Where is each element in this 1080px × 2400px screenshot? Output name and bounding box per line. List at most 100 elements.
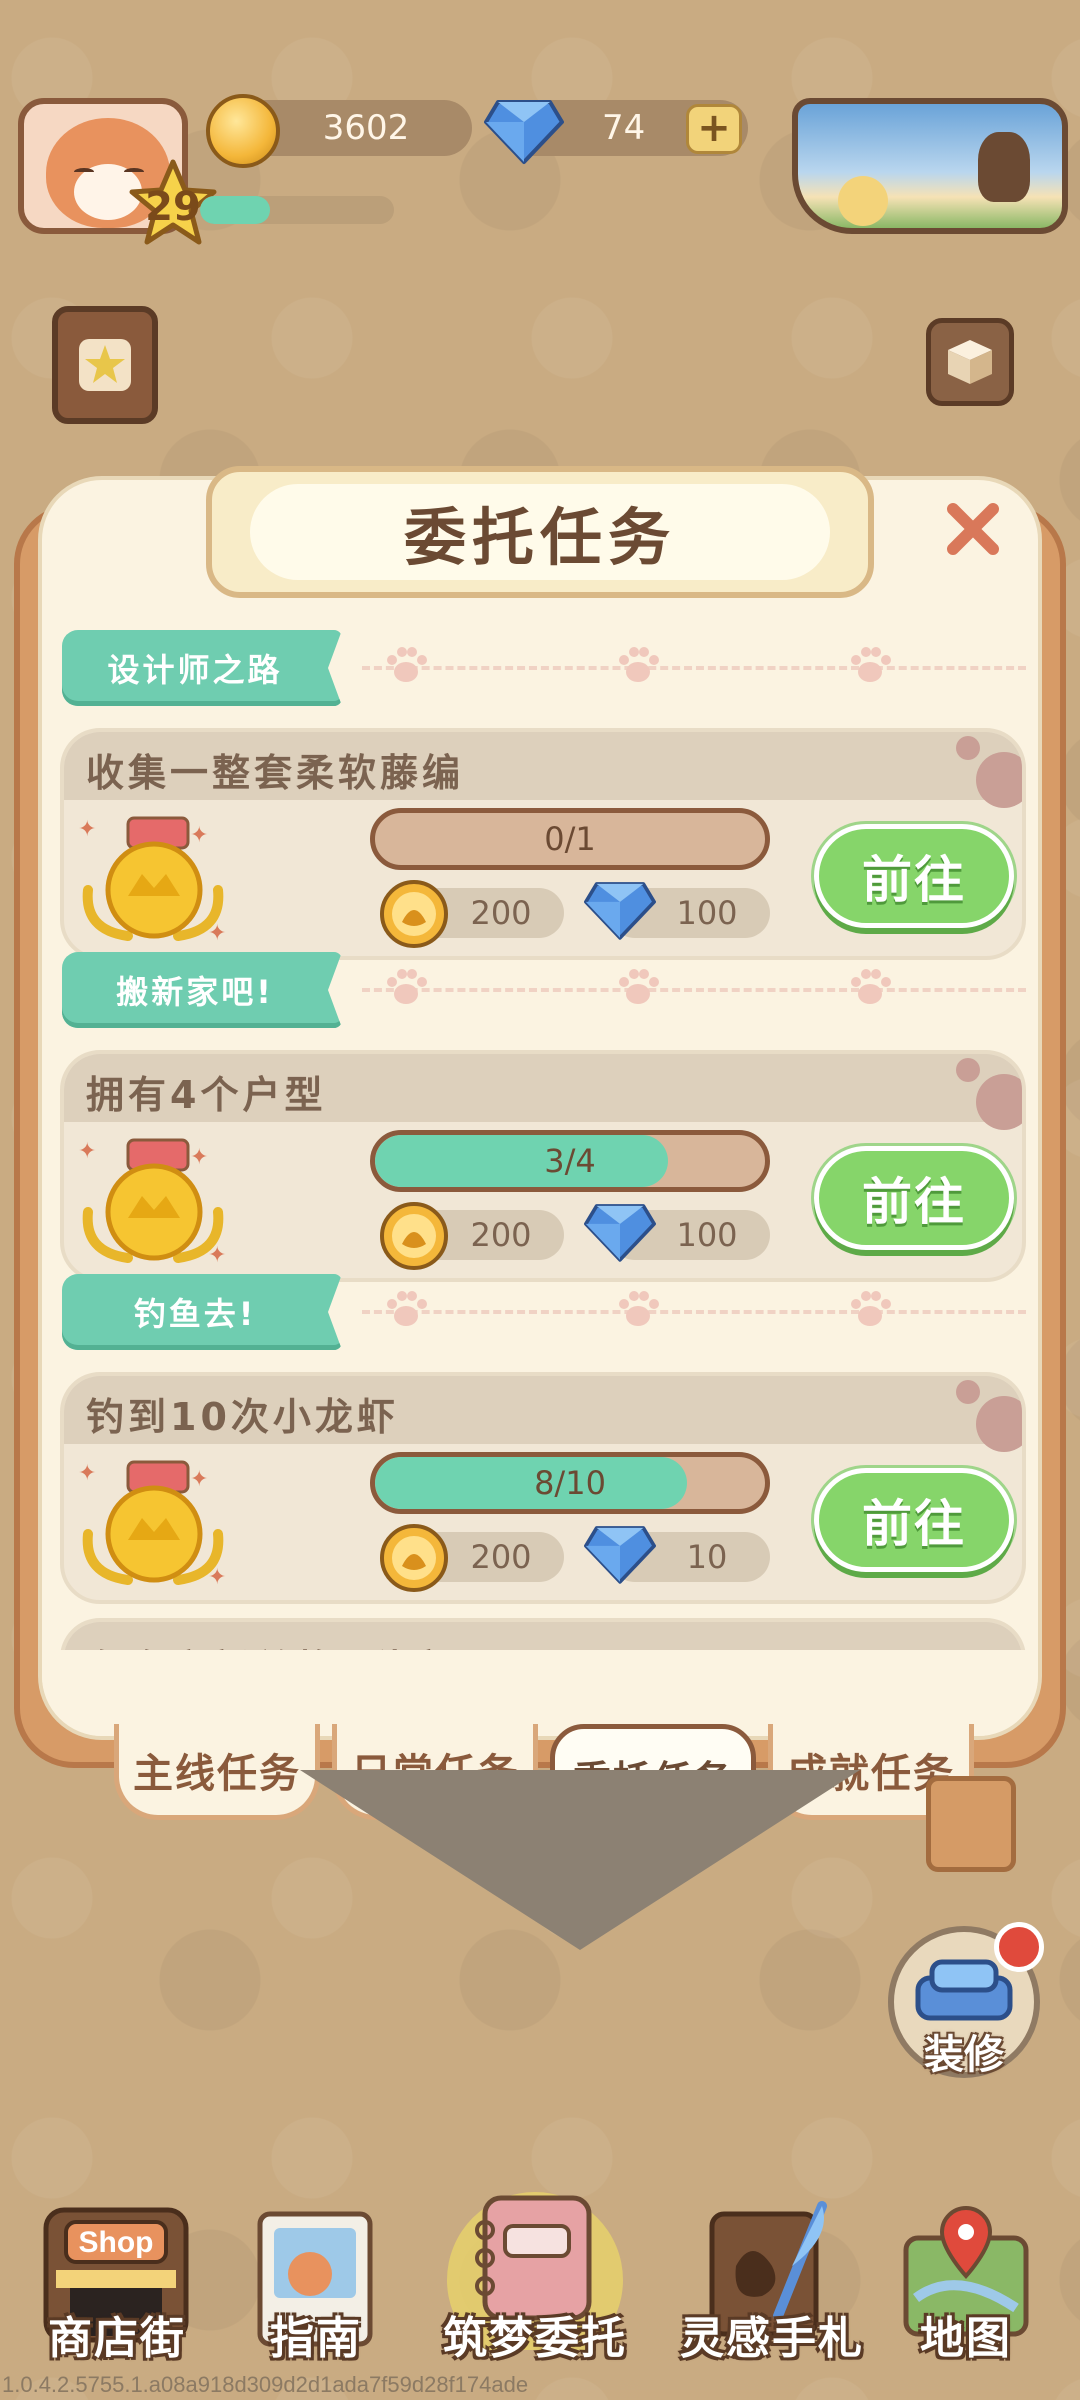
task-card: 拥有4个户型 ✦ ✦ ✦ 3/4 200 100 前往 bbox=[60, 1050, 1026, 1282]
dialog-title: 委托任务 bbox=[250, 484, 830, 580]
task-dialog: 设计师之路 收集一整套柔软藤编 ✦ ✦ ✦ 0/1 200 100 前往 搬新家… bbox=[38, 476, 1042, 1740]
coin-icon bbox=[206, 94, 280, 168]
task-title: 拥有4个户型 bbox=[86, 1073, 327, 1117]
nav-shop-street-label: 商店街 bbox=[48, 2313, 186, 2364]
nav-shop-street[interactable]: Shop 商店街 bbox=[22, 2180, 212, 2380]
close-button[interactable] bbox=[938, 494, 1008, 564]
diamond-icon bbox=[584, 882, 656, 940]
nav-dream-commission[interactable]: 筑梦委托 bbox=[420, 2180, 650, 2380]
section-divider bbox=[362, 988, 1026, 992]
nav-inspiration-notes-label: 灵感手札 bbox=[680, 2313, 864, 2364]
nav-guide[interactable]: 指南 bbox=[236, 2180, 396, 2380]
nav-guide-label: 指南 bbox=[270, 2313, 362, 2364]
diamond-icon bbox=[584, 1204, 656, 1262]
gem-reward: 100 bbox=[584, 1204, 784, 1262]
paw-print-icon bbox=[614, 1290, 662, 1334]
close-icon bbox=[947, 503, 999, 555]
level-number: 29 bbox=[145, 184, 201, 230]
svg-text:✦: ✦ bbox=[78, 817, 96, 842]
task-progress-text: 8/10 bbox=[534, 1464, 606, 1502]
section-tag: 钓鱼去! bbox=[62, 1274, 342, 1350]
go-button[interactable]: 前往 bbox=[814, 824, 1014, 928]
paw-print-icon bbox=[614, 646, 662, 690]
coin-count: 3602 bbox=[322, 108, 410, 148]
svg-text:✦: ✦ bbox=[190, 1467, 208, 1492]
svg-text:✦: ✦ bbox=[208, 921, 226, 946]
star-book-icon bbox=[79, 339, 131, 391]
floor-tile bbox=[300, 1770, 860, 1950]
task-section-header: 钓鱼去! bbox=[62, 1274, 1026, 1350]
task-card: 收集一整套柔软藤编 ✦ ✦ ✦ 0/1 200 100 前往 bbox=[60, 728, 1026, 960]
storage-box-button[interactable] bbox=[926, 318, 1014, 406]
paw-print-icon bbox=[382, 1290, 430, 1334]
paw-print-icon bbox=[382, 646, 430, 690]
scene-preview-button[interactable] bbox=[792, 98, 1068, 234]
gem-reward: 100 bbox=[584, 882, 784, 940]
task-progress-bar: 0/1 bbox=[370, 808, 770, 870]
task-list[interactable]: 设计师之路 收集一整套柔软藤编 ✦ ✦ ✦ 0/1 200 100 前往 搬新家… bbox=[42, 630, 1038, 1650]
task-section-header: 设计师之路 bbox=[62, 630, 1026, 706]
side-panel-icon bbox=[926, 1776, 1016, 1872]
exp-bar-fill bbox=[200, 196, 270, 224]
svg-text:✦: ✦ bbox=[190, 823, 208, 848]
shop-sign-text: Shop bbox=[79, 2226, 154, 2259]
paw-print-icon bbox=[846, 968, 894, 1012]
coin-icon bbox=[380, 880, 448, 948]
gem-count: 74 bbox=[602, 108, 646, 148]
add-gems-button[interactable]: + bbox=[686, 104, 742, 154]
section-divider bbox=[362, 666, 1026, 670]
svg-text:✦: ✦ bbox=[190, 1145, 208, 1170]
coin-reward: 200 bbox=[378, 1202, 578, 1270]
sun-icon bbox=[838, 176, 888, 226]
go-button[interactable]: 前往 bbox=[814, 1146, 1014, 1250]
diamond-icon bbox=[584, 1526, 656, 1584]
svg-text:✦: ✦ bbox=[78, 1139, 96, 1164]
task-progress-text: 0/1 bbox=[544, 820, 596, 858]
medal-icon: ✦ ✦ ✦ bbox=[78, 1138, 226, 1268]
coin-reward: 200 bbox=[378, 1524, 578, 1592]
paw-corner-icon bbox=[956, 736, 1022, 808]
section-tag: 设计师之路 bbox=[62, 630, 342, 706]
collection-book-button[interactable] bbox=[52, 306, 158, 424]
task-title: 收集一整套柔软藤编 bbox=[86, 751, 465, 795]
notification-dot bbox=[994, 1922, 1044, 1972]
gem-reward: 10 bbox=[584, 1526, 784, 1584]
medal-icon: ✦ ✦ ✦ bbox=[78, 816, 226, 946]
task-title: 钓到10次小龙虾 bbox=[86, 1395, 399, 1439]
paw-print-icon bbox=[382, 968, 430, 1012]
paw-print-icon bbox=[614, 968, 662, 1012]
task-card: 钓到10次小龙虾 ✦ ✦ ✦ 8/10 200 10 前往 bbox=[60, 1372, 1026, 1604]
task-title: 在净房新单格1种家具 bbox=[86, 1638, 494, 1650]
version-string: 1.0.4.2.5755.1.a08a918d309d2d1ada7f59d28… bbox=[2, 2372, 529, 2397]
paw-print-icon bbox=[846, 646, 894, 690]
tab-main-tasks[interactable]: 主线任务 bbox=[114, 1724, 320, 1820]
decorate-label: 装修 bbox=[924, 2032, 1004, 2078]
task-progress-bar: 8/10 bbox=[370, 1452, 770, 1514]
section-tag: 搬新家吧! bbox=[62, 952, 342, 1028]
paw-corner-icon bbox=[956, 1058, 1022, 1130]
paw-print-icon bbox=[846, 1290, 894, 1334]
go-button[interactable]: 前往 bbox=[814, 1468, 1014, 1572]
dialog-title-plate: 委托任务 bbox=[206, 466, 874, 598]
coin-icon bbox=[380, 1524, 448, 1592]
section-divider bbox=[362, 1310, 1026, 1314]
coin-icon bbox=[380, 1202, 448, 1270]
diamond-icon bbox=[484, 100, 564, 164]
coin-reward: 200 bbox=[378, 880, 578, 948]
cat-figure-icon bbox=[978, 132, 1030, 202]
exp-bar bbox=[200, 196, 394, 224]
task-section-header: 搬新家吧! bbox=[62, 952, 1026, 1028]
nav-dream-commission-label: 筑梦委托 bbox=[443, 2313, 627, 2364]
svg-text:✦: ✦ bbox=[208, 1243, 226, 1268]
nav-map[interactable]: 地图 bbox=[886, 2180, 1046, 2380]
box-icon bbox=[948, 340, 992, 384]
svg-text:✦: ✦ bbox=[78, 1461, 96, 1486]
paw-corner-icon bbox=[956, 1380, 1022, 1452]
nav-map-label: 地图 bbox=[920, 2313, 1012, 2364]
svg-text:✦: ✦ bbox=[208, 1565, 226, 1590]
task-progress-text: 3/4 bbox=[544, 1142, 596, 1180]
task-progress-bar: 3/4 bbox=[370, 1130, 770, 1192]
nav-inspiration-notes[interactable]: 灵感手札 bbox=[672, 2180, 872, 2380]
medal-icon: ✦ ✦ ✦ bbox=[78, 1460, 226, 1590]
task-card-partial: 在净房新单格1种家具 bbox=[60, 1618, 1026, 1650]
